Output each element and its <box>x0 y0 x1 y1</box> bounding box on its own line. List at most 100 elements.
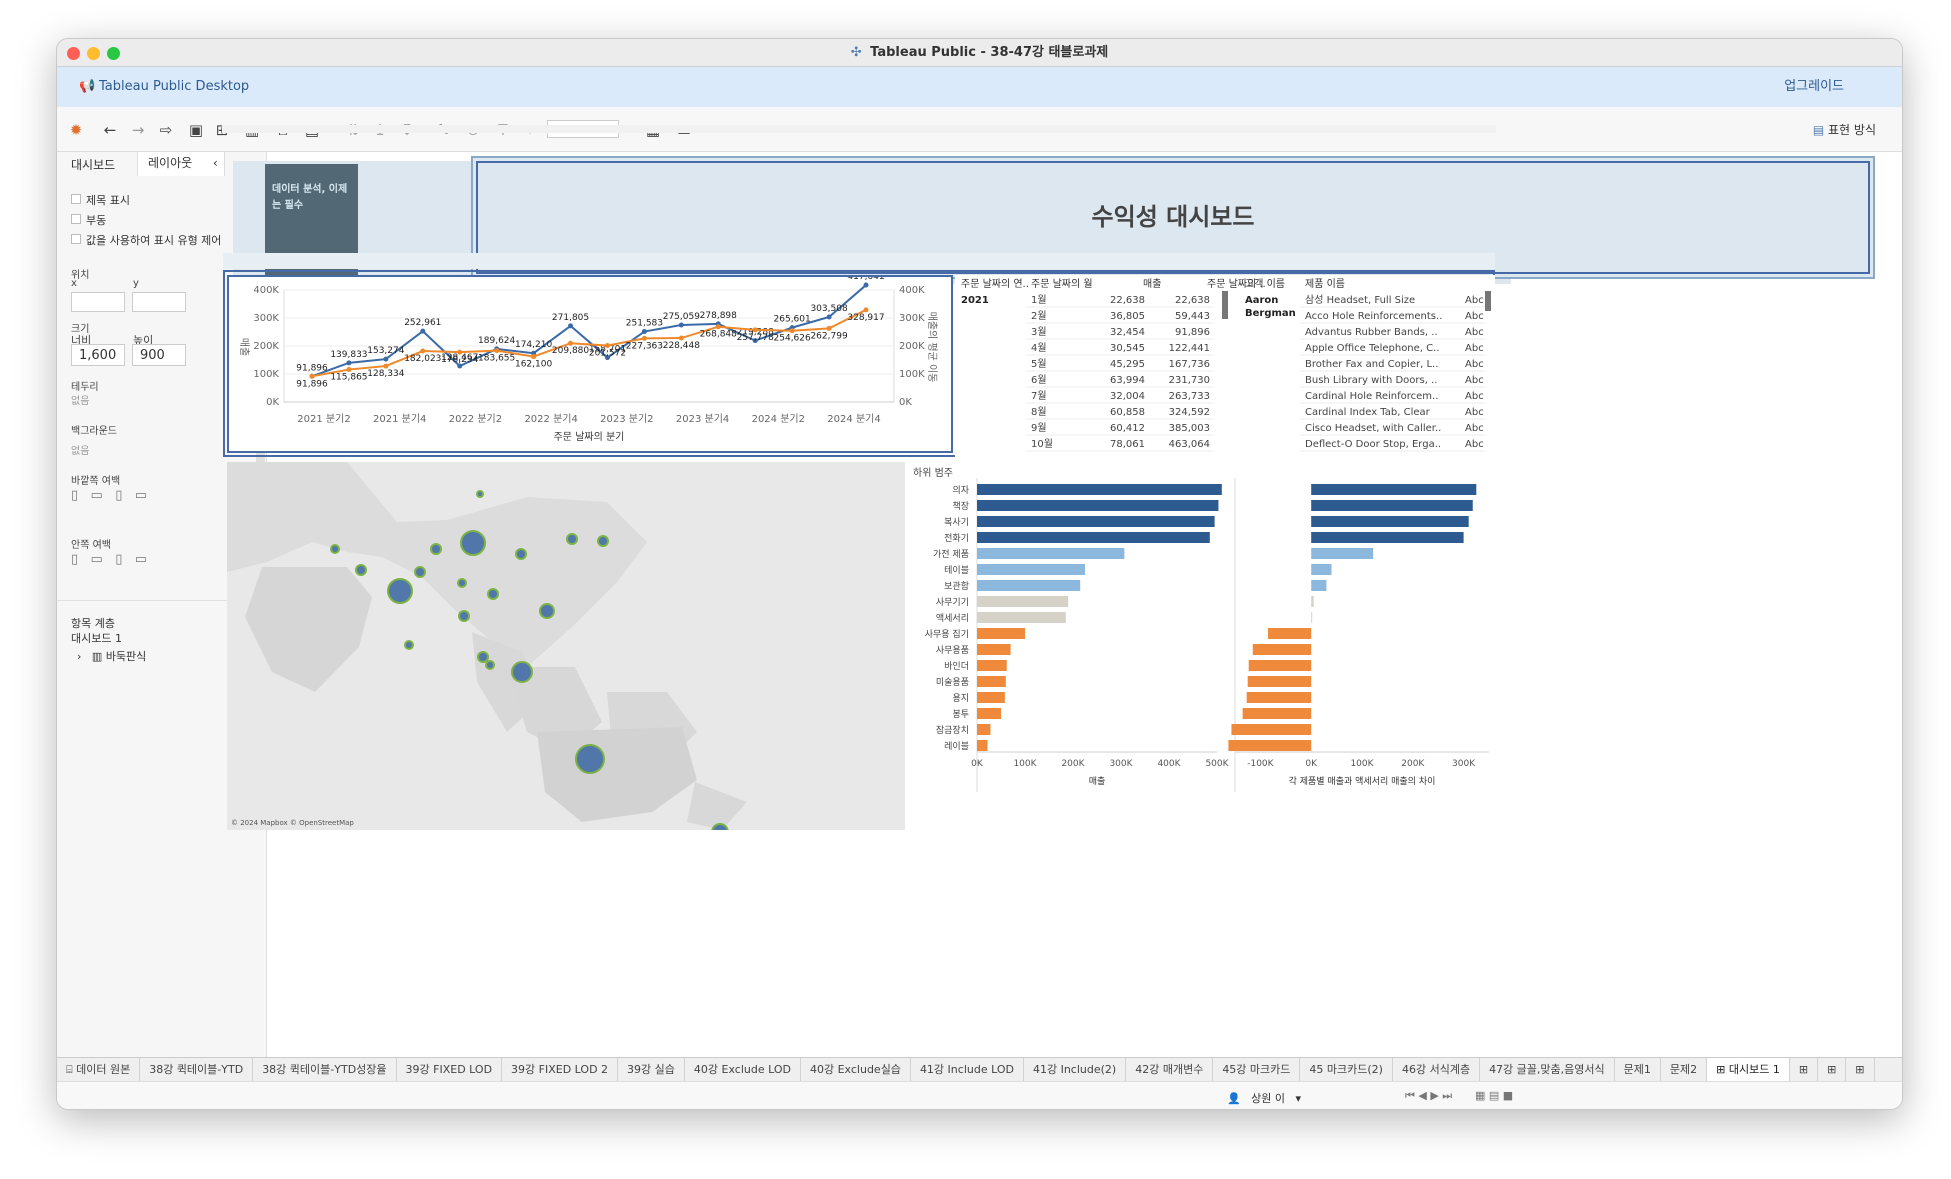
sales-bar <box>977 676 1006 687</box>
tab-41-include[interactable]: 41강 Include LOD <box>911 1058 1024 1082</box>
view-icons[interactable]: ▦ ▤ ■ <box>1475 1089 1513 1102</box>
map-sales-bubble <box>485 660 495 670</box>
new-story-tab[interactable]: ⊞ <box>1846 1058 1875 1082</box>
undo-icon[interactable]: ← <box>99 119 121 141</box>
line-data-label: 189,624 <box>478 336 515 346</box>
height-input[interactable]: 900 <box>132 344 186 366</box>
tab-38-growth[interactable]: 38강 퀵테이블-YTD성장율 <box>253 1058 397 1082</box>
difference-bar <box>1311 580 1327 591</box>
tab-45-markcard[interactable]: 45강 마크카드 <box>1213 1058 1301 1082</box>
tab-data-source[interactable]: ⌸ 데이터 원본 <box>57 1058 141 1082</box>
map-sales-bubble <box>515 548 527 560</box>
line-data-label: 228,448 <box>663 341 700 351</box>
subcategory-label: 미술용품 <box>936 677 969 688</box>
line-left-axis-title: 매출 <box>238 338 250 356</box>
month-cell: 9월 <box>1031 422 1047 434</box>
tableau-icon[interactable]: ✹ <box>65 119 87 141</box>
dashboard-tree-item[interactable]: 대시보드 1 <box>71 630 122 646</box>
tab-40-exclude-practice[interactable]: 40강 Exclude실습 <box>801 1058 911 1082</box>
save-icon[interactable]: ▣ <box>185 119 207 141</box>
tab-problem2[interactable]: 문제2 <box>1661 1058 1708 1082</box>
tab-38-ytd[interactable]: 38강 퀵테이블-YTD <box>140 1058 254 1082</box>
map-sales-bubble <box>575 744 605 774</box>
sales-bar <box>977 612 1066 623</box>
line-point <box>641 335 647 341</box>
border-dropdown[interactable]: 없음 <box>71 392 89 407</box>
running-total-cell: 59,443 <box>1175 311 1210 322</box>
running-total-cell: 231,730 <box>1169 375 1210 386</box>
tab-problem1[interactable]: 문제1 <box>1615 1058 1661 1082</box>
close-window-button[interactable] <box>67 47 80 60</box>
map-sales-bubble <box>487 588 499 600</box>
background-dropdown[interactable]: 없음 <box>71 442 89 457</box>
tab-45-markcard2[interactable]: 45 마크카드(2) <box>1300 1058 1393 1082</box>
sales-map[interactable]: © 2024 Mapbox © OpenStreetMap <box>227 462 905 830</box>
show-title-checkbox[interactable]: 제목 표시 <box>71 192 130 208</box>
tab-42-parameter[interactable]: 42강 매개변수 <box>1126 1058 1214 1082</box>
abc-cell: Abc <box>1465 311 1484 322</box>
new-worksheet-tab[interactable]: ⊞ <box>1790 1058 1819 1082</box>
subcategory-header[interactable]: 하위 범주 <box>911 464 977 484</box>
tab-layout[interactable]: 레이아웃 <box>137 152 225 176</box>
difference-bar <box>1231 724 1312 735</box>
tab-dashboard1[interactable]: ⊞ 대시보드 1 <box>1707 1058 1790 1082</box>
tab-40-exclude[interactable]: 40강 Exclude LOD <box>685 1058 801 1082</box>
tab-dashboard[interactable]: 대시보드 <box>71 156 115 173</box>
map-svg <box>227 462 905 830</box>
tab-39-fixed[interactable]: 39강 FIXED LOD <box>397 1058 503 1082</box>
sales-cell: 32,454 <box>1110 327 1145 338</box>
collapse-icon[interactable]: ‹ <box>213 156 218 170</box>
minimize-window-button[interactable] <box>87 47 100 60</box>
sales-bar <box>977 740 988 751</box>
width-input[interactable]: 1,600 <box>71 344 125 366</box>
outer-padding-controls[interactable]: ▯ ▭ ▯ ▭ <box>71 488 147 503</box>
line-point <box>383 356 389 362</box>
abc-cell: Abc <box>1465 423 1484 434</box>
abc-cell: Abc <box>1465 391 1484 402</box>
quarterly-sales-line-chart: 400K 400K 300K 300K 200K 200K 100K 100K 0K 0K 매출 매출… <box>227 272 953 453</box>
upgrade-link[interactable]: 업그레이드 <box>1784 67 1844 107</box>
public-notice-bar: 📢 Tableau Public Desktop 업그레이드 <box>57 67 1902 107</box>
map-sales-bubble <box>597 535 609 547</box>
user-menu[interactable]: 👤 상원 이 ▾ <box>1227 1090 1301 1106</box>
zoom-window-button[interactable] <box>107 47 120 60</box>
tab-39-practice[interactable]: 39강 실습 <box>618 1058 685 1082</box>
difference-bar <box>1248 660 1312 671</box>
difference-axis-tick: -100K <box>1247 759 1274 769</box>
y-position-input[interactable] <box>132 292 186 312</box>
difference-bar <box>1311 484 1477 495</box>
month-cell: 1월 <box>1031 294 1047 306</box>
line-point <box>678 335 684 341</box>
line-point <box>568 340 574 346</box>
new-dashboard-tab[interactable]: ⊞ <box>1818 1058 1847 1082</box>
tab-41-include2[interactable]: 41강 Include(2) <box>1024 1058 1127 1082</box>
subcategory-label: 테이블 <box>944 565 969 576</box>
sales-table-scrollbar <box>1222 291 1228 319</box>
redo-icon[interactable]: → <box>127 119 149 141</box>
tiled-tree-item[interactable]: › ▥ 바둑판식 <box>77 648 146 664</box>
floating-checkbox[interactable]: 부동 <box>71 212 106 228</box>
line-data-label: 262,799 <box>810 331 847 341</box>
subcategory-label: 복사기 <box>944 517 969 528</box>
sales-axis-title: 매출 <box>1089 776 1106 787</box>
tab-46-format[interactable]: 46강 서식계층 <box>1393 1058 1481 1082</box>
tab-39-fixed2[interactable]: 39강 FIXED LOD 2 <box>502 1058 619 1082</box>
difference-bar <box>1247 676 1312 687</box>
subcategory-label: 가전 제품 <box>933 549 969 560</box>
mark-type-checkbox[interactable]: 값을 사용하여 표시 유형 제어 <box>71 232 221 248</box>
line-point <box>420 348 426 354</box>
show-me-button[interactable]: ▤ 표현 방식 <box>1813 121 1876 138</box>
customer-header: 고객 이름 <box>1245 278 1285 290</box>
subcategory-label: 사무용 집기 <box>925 628 969 640</box>
replay-icon[interactable]: ⇨ <box>155 119 177 141</box>
x-position-input[interactable] <box>71 292 125 312</box>
subcategory-label: 레이블 <box>944 741 969 752</box>
product-cell: Cisco Headset, with Caller.. <box>1305 423 1441 434</box>
tab-47-font[interactable]: 47강 글꼴,맞춤,음영서식 <box>1480 1058 1615 1082</box>
y-tick-label-right: 100K <box>899 369 925 380</box>
product-header: 제품 이름 <box>1305 278 1345 290</box>
subcategory-label: 봉투 <box>952 709 969 720</box>
navigation-icons[interactable]: ⏮ ◀ ▶ ⏭ <box>1405 1089 1452 1103</box>
line-point <box>309 373 315 379</box>
inner-padding-controls[interactable]: ▯ ▭ ▯ ▭ <box>71 552 147 567</box>
